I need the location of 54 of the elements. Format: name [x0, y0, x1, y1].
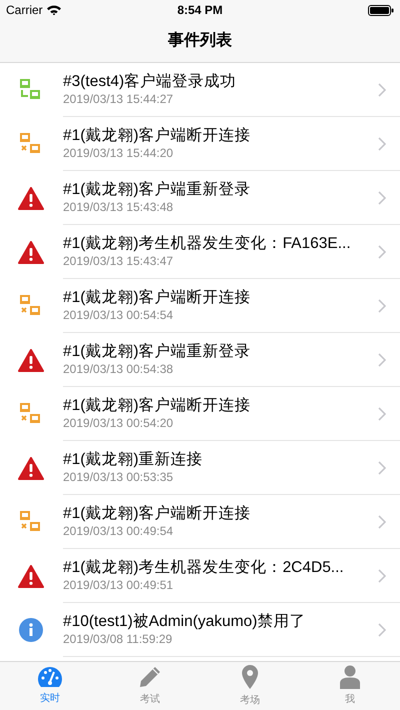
chevron-right-icon [378, 298, 386, 312]
disconnected-computers-icon [20, 133, 42, 155]
warning-icon [18, 186, 44, 210]
event-title: #1(戴龙翱)考生机器发生变化：2C4D5... [63, 558, 345, 578]
event-time: 2019/03/13 15:44:20 [63, 146, 174, 161]
event-time: 2019/03/13 00:49:54 [63, 524, 174, 539]
chevron-right-icon [378, 514, 386, 528]
chevron-right-icon [378, 244, 386, 258]
event-time: 2019/03/13 15:43:47 [63, 254, 174, 269]
dashboard-icon [37, 666, 63, 688]
event-time: 2019/03/08 11:59:29 [63, 632, 174, 647]
event-title: #10(test1)被Admin(yakumo)禁用了 [63, 612, 306, 632]
connected-computers-icon [20, 79, 42, 101]
warning-icon [18, 240, 44, 264]
chevron-right-icon [378, 190, 386, 204]
person-icon [339, 665, 361, 689]
event-title: #1(戴龙翱)客户端重新登录 [63, 180, 252, 200]
clock: 8:54 PM [177, 2, 223, 19]
pencil-icon [138, 665, 162, 689]
warning-icon [18, 348, 44, 372]
warning-icon [18, 456, 44, 480]
event-title: #1(戴龙翱)客户端重新登录 [63, 342, 252, 362]
event-time: 2019/03/13 15:44:27 [63, 92, 174, 107]
chevron-right-icon [378, 136, 386, 150]
disconnected-computers-icon [20, 403, 42, 425]
battery-icon [368, 4, 394, 16]
event-time: 2019/03/13 00:53:35 [63, 470, 174, 485]
event-time: 2019/03/13 00:54:20 [63, 416, 174, 431]
tab[interactable]: 实时 [0, 662, 100, 710]
event-title: #3(test4)客户端登录成功 [63, 72, 238, 92]
chevron-right-icon [378, 82, 386, 96]
event-time: 2019/03/13 00:54:38 [63, 362, 174, 377]
carrier-label: Carrier [6, 2, 43, 19]
chevron-right-icon [378, 568, 386, 582]
event-title: #1(戴龙翱)客户端断开连接 [63, 126, 252, 146]
location-pin-icon [241, 664, 259, 690]
chevron-right-icon [378, 622, 386, 636]
disconnected-computers-icon [20, 295, 42, 317]
event-time: 2019/03/13 00:49:51 [63, 578, 174, 593]
wifi-icon [46, 5, 61, 15]
event-title: #1(戴龙翱)客户端断开连接 [63, 504, 252, 524]
chevron-right-icon [378, 352, 386, 366]
event-title: #1(戴龙翱)重新连接 [63, 450, 204, 470]
info-icon [18, 618, 42, 642]
chevron-right-icon [378, 406, 386, 420]
event-title: #1(戴龙翱)客户端断开连接 [63, 288, 252, 308]
disconnected-computers-icon [20, 511, 42, 533]
event-title: #1(戴龙翱)考生机器发生变化：FA163E... [63, 234, 352, 254]
chevron-right-icon [378, 460, 386, 474]
event-time: 2019/03/13 00:54:54 [63, 308, 174, 323]
event-time: 2019/03/13 15:43:48 [63, 200, 174, 215]
page-title: 事件列表 [168, 30, 232, 51]
warning-icon [18, 564, 44, 588]
event-title: #1(戴龙翱)客户端断开连接 [63, 396, 252, 416]
